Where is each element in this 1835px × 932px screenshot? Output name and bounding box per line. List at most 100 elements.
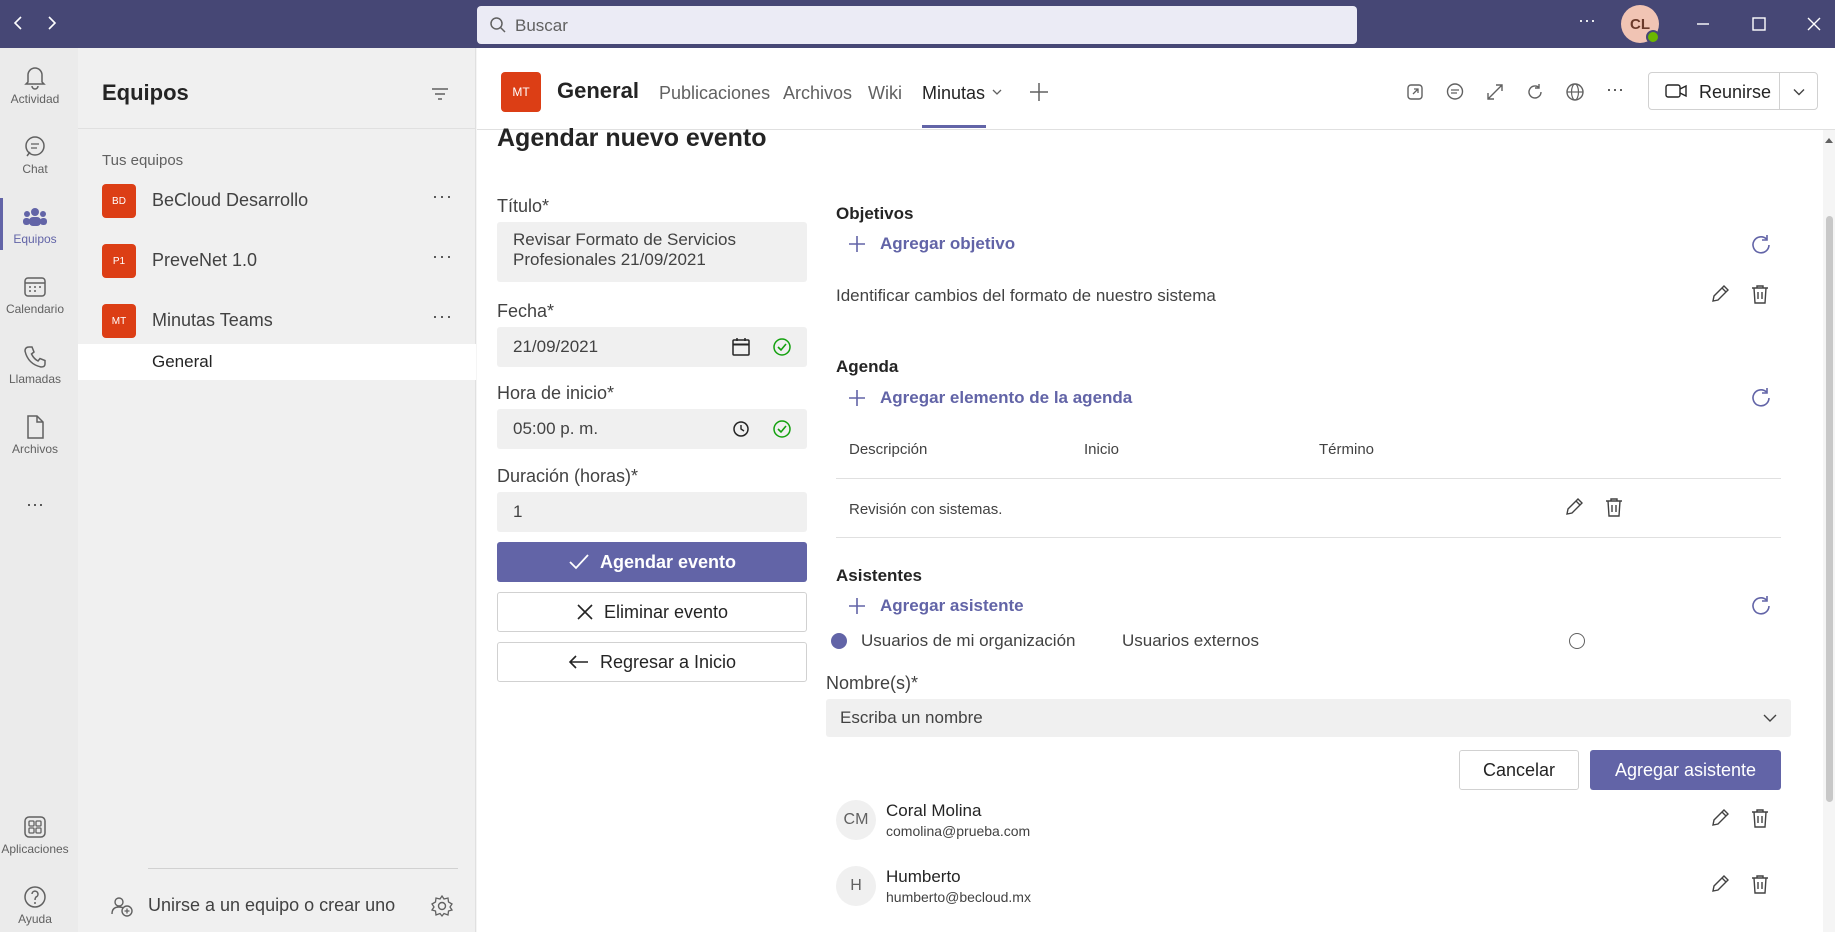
- team-item[interactable]: MT Minutas Teams ···: [78, 292, 476, 352]
- chevron-down-icon[interactable]: [1792, 85, 1806, 99]
- back-home-label: Regresar a Inicio: [599, 651, 737, 672]
- team-item[interactable]: P1 PreveNet 1.0 ···: [78, 232, 476, 292]
- chevron-down-icon[interactable]: [991, 86, 1003, 98]
- trash-icon[interactable]: [1749, 807, 1771, 829]
- rail-item-calendario[interactable]: Calendario: [0, 274, 70, 316]
- scrollbar-thumb[interactable]: [1826, 216, 1833, 802]
- add-attendee-button[interactable]: Agregar asistente: [1590, 750, 1781, 790]
- minimize-icon[interactable]: [1693, 14, 1713, 34]
- radio-external-label: Usuarios externos: [1122, 631, 1260, 650]
- divider: [836, 478, 1781, 479]
- rail-item-aplicaciones[interactable]: Aplicaciones: [0, 814, 70, 856]
- minutas-content: Agendar nuevo evento Título* Revisar For…: [477, 124, 1835, 932]
- close-icon[interactable]: [1804, 14, 1824, 34]
- duration-field[interactable]: 1: [497, 492, 807, 532]
- team-item[interactable]: BD BeCloud Desarrollo ···: [78, 172, 476, 232]
- rail-item-actividad[interactable]: Actividad: [0, 64, 70, 106]
- more-options-icon[interactable]: ···: [1578, 10, 1596, 31]
- expand-icon[interactable]: [1485, 82, 1505, 102]
- agenda-row-description: Revisión con sistemas.: [849, 501, 1003, 518]
- arrow-left-icon: [568, 655, 588, 669]
- tab-wiki[interactable]: Wiki: [868, 83, 902, 104]
- avatar: H: [836, 866, 876, 906]
- chevron-down-icon[interactable]: [1762, 710, 1778, 726]
- teams-panel-title: Equipos: [102, 80, 189, 105]
- schedule-event-button[interactable]: Agendar evento: [497, 542, 807, 582]
- channel-item-general[interactable]: General: [78, 344, 476, 380]
- attendee-email: comolina@prueba.com: [886, 823, 1031, 839]
- meet-label: Reunirse: [1699, 82, 1772, 102]
- avatar: CM: [836, 800, 876, 840]
- filter-icon[interactable]: [430, 84, 450, 104]
- trash-icon[interactable]: [1603, 496, 1625, 518]
- maximize-icon[interactable]: [1749, 14, 1769, 34]
- refresh-icon[interactable]: [1749, 386, 1773, 410]
- refresh-icon[interactable]: [1749, 594, 1773, 618]
- title-field[interactable]: Revisar Formato de Servicios Profesional…: [497, 222, 807, 282]
- names-combobox[interactable]: Escriba un nombre: [826, 699, 1791, 737]
- gear-icon[interactable]: [430, 894, 454, 918]
- agenda-column-header: Término: [1319, 441, 1375, 458]
- active-tab-indicator: [922, 125, 986, 128]
- rail-more-icon[interactable]: ···: [0, 494, 70, 515]
- rail-item-chat[interactable]: Chat: [0, 134, 70, 176]
- cancel-button[interactable]: Cancelar: [1459, 750, 1579, 790]
- valid-check-icon: [772, 337, 792, 357]
- add-agenda-item-label: Agregar elemento de la agenda: [880, 388, 1133, 407]
- team-name: Minutas Teams: [152, 310, 273, 330]
- date-field[interactable]: 21/09/2021: [497, 327, 807, 367]
- edit-icon[interactable]: [1709, 283, 1731, 305]
- tab-archivos[interactable]: Archivos: [783, 83, 852, 104]
- trash-icon[interactable]: [1749, 283, 1771, 305]
- team-avatar: P1: [102, 244, 136, 278]
- divider: [148, 868, 458, 869]
- rail-item-ayuda[interactable]: Ayuda: [0, 884, 70, 926]
- more-options-icon[interactable]: ···: [432, 306, 453, 327]
- rail-label: Ayuda: [18, 912, 52, 926]
- trash-icon[interactable]: [1749, 873, 1771, 895]
- back-home-button[interactable]: Regresar a Inicio: [497, 642, 807, 682]
- refresh-icon[interactable]: [1749, 233, 1773, 257]
- more-options-icon[interactable]: ···: [432, 186, 453, 207]
- search-input[interactable]: Buscar: [477, 6, 1357, 44]
- app-rail: Actividad Chat Equipos Calendario Llamad…: [0, 48, 78, 932]
- add-attendee-link[interactable]: Agregar asistente: [848, 596, 1024, 616]
- join-team-link[interactable]: Unirse a un equipo o crear uno: [148, 895, 395, 916]
- channel-name: General: [152, 352, 213, 371]
- delete-event-button[interactable]: Eliminar evento: [497, 592, 807, 632]
- clock-icon[interactable]: [732, 420, 750, 438]
- team-avatar: BD: [102, 184, 136, 218]
- add-tab-icon[interactable]: [1028, 81, 1050, 103]
- edit-icon[interactable]: [1709, 807, 1731, 829]
- forward-arrow-icon[interactable]: [42, 13, 62, 33]
- add-objective-label: Agregar objetivo: [880, 234, 1016, 253]
- radio-org-users[interactable]: [831, 633, 847, 649]
- search-icon: [489, 16, 507, 34]
- cancel-label: Cancelar: [1482, 759, 1556, 780]
- reload-icon[interactable]: [1525, 82, 1545, 102]
- edit-icon[interactable]: [1709, 873, 1731, 895]
- scroll-up-arrow-icon[interactable]: [1824, 136, 1834, 144]
- add-agenda-item-button[interactable]: Agregar elemento de la agenda: [848, 388, 1132, 408]
- chat-icon: [25, 136, 45, 157]
- start-time-field[interactable]: 05:00 p. m.: [497, 409, 807, 449]
- more-options-icon[interactable]: ···: [1606, 79, 1624, 100]
- rail-item-llamadas[interactable]: Llamadas: [0, 344, 70, 386]
- rail-item-equipos[interactable]: Equipos: [0, 204, 70, 246]
- edit-icon[interactable]: [1563, 496, 1585, 518]
- add-objective-button[interactable]: Agregar objetivo: [848, 234, 1015, 254]
- meet-button[interactable]: Reunirse: [1648, 72, 1818, 110]
- teams-panel: Equipos Tus equipos BD BeCloud Desarroll…: [78, 48, 476, 932]
- tab-publicaciones[interactable]: Publicaciones: [659, 83, 770, 104]
- agenda-column-header: Descripción: [849, 441, 928, 458]
- calendar-icon[interactable]: [731, 337, 751, 357]
- radio-external-users[interactable]: [1569, 633, 1585, 649]
- tab-minutas[interactable]: Minutas: [922, 83, 985, 104]
- popout-icon[interactable]: [1405, 82, 1425, 102]
- globe-icon[interactable]: [1565, 82, 1585, 102]
- rail-item-archivos[interactable]: Archivos: [0, 414, 70, 456]
- attendee-name: Humberto: [886, 867, 961, 886]
- conversation-icon[interactable]: [1445, 82, 1465, 102]
- back-arrow-icon[interactable]: [8, 13, 28, 33]
- more-options-icon[interactable]: ···: [432, 246, 453, 267]
